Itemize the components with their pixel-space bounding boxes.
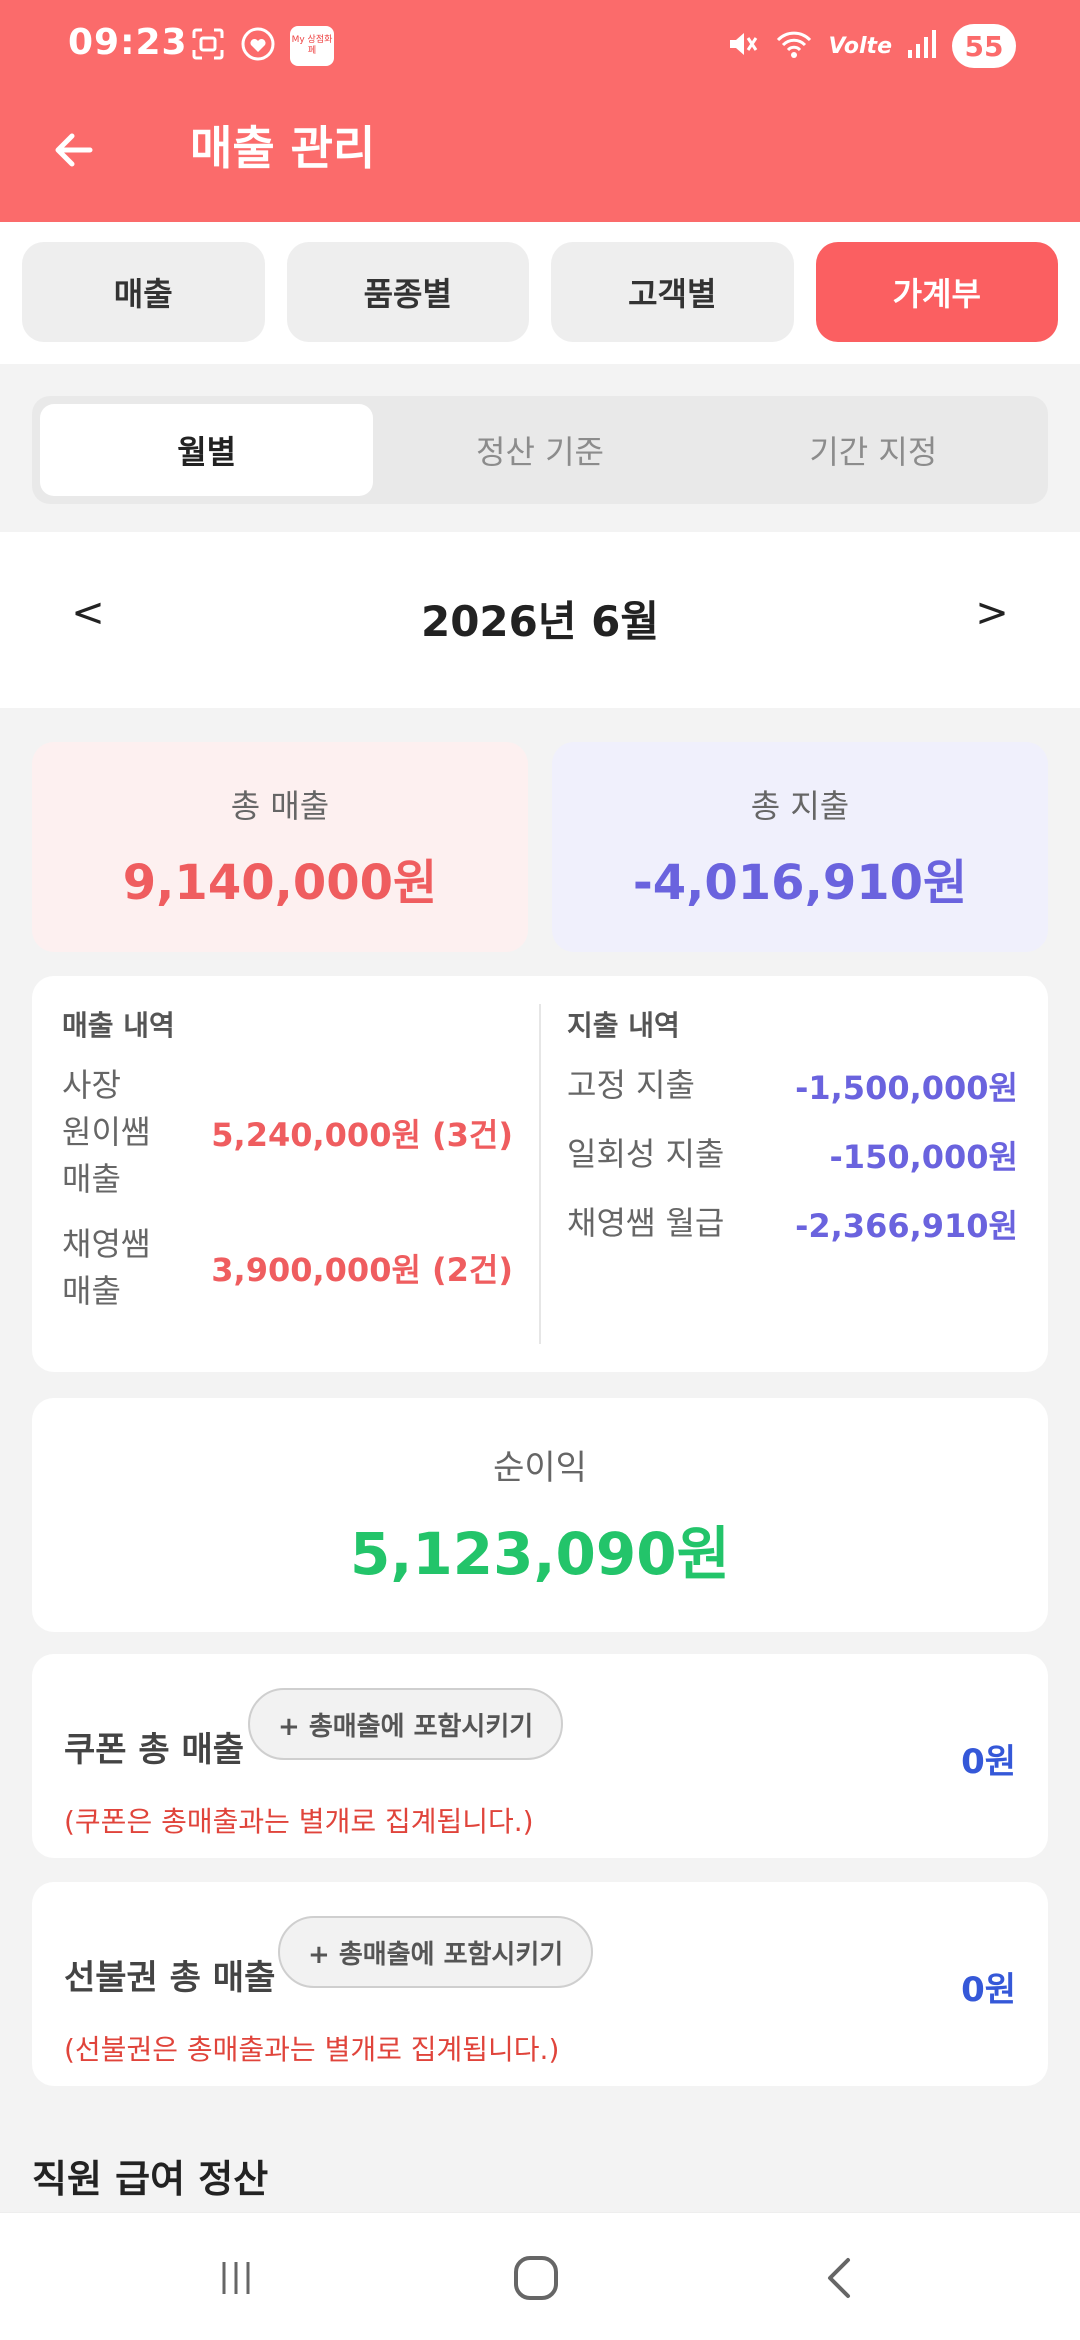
arrow-left-icon xyxy=(55,133,93,167)
total-expense-value: -4,016,910원 xyxy=(632,855,968,911)
net-profit-card: 순이익 5,123,090원 xyxy=(32,1398,1048,1632)
app-header: 매출 관리 xyxy=(0,96,1080,222)
mute-icon xyxy=(724,26,760,66)
main-tabs: 매출 품종별 고객별 가계부 xyxy=(0,222,1080,364)
coupon-sales-card: 쿠폰 총 매출 + 총매출에 포함시키기 0원 (쿠폰은 총매출과는 별개로 집… xyxy=(32,1654,1048,1858)
prepaid-sales-title: 선불권 총 매출 xyxy=(64,1958,276,1998)
tab-household-ledger[interactable]: 가계부 xyxy=(815,242,1058,342)
segment-monthly[interactable]: 월별 xyxy=(40,404,374,496)
recent-apps-button[interactable] xyxy=(206,2253,266,2303)
expense-item-value: -1,500,000원 xyxy=(795,1068,1018,1107)
battery-indicator: 55 xyxy=(952,24,1016,68)
sales-item-value: 5,240,000원 (3건) xyxy=(211,1115,513,1154)
nav-back-button[interactable] xyxy=(810,2253,870,2303)
segment-custom-period[interactable]: 기간 지정 xyxy=(707,404,1040,496)
heart-icon xyxy=(240,26,276,66)
wifi-icon xyxy=(774,26,814,66)
volte-label: Volte xyxy=(828,33,892,59)
total-expense-label: 총 지출 xyxy=(750,787,850,825)
tab-by-customer[interactable]: 고객별 xyxy=(551,242,794,342)
expense-item-name: 고정 지출 xyxy=(567,1066,695,1104)
system-nav-bar xyxy=(0,2212,1080,2340)
status-right-icons: Volte 55 xyxy=(724,24,1016,68)
sales-breakdown-row: 사장 원이쌤 매출 5,240,000원 (3건) xyxy=(62,1062,513,1203)
net-profit-value: 5,123,090원 xyxy=(350,1519,730,1588)
sales-breakdown-title: 매출 내역 xyxy=(62,1009,175,1042)
month-navigator: < 2026년 6월 > xyxy=(0,532,1080,708)
home-icon xyxy=(514,2256,558,2300)
period-segmented-control: 월별 정산 기준 기간 지정 xyxy=(32,396,1048,504)
back-icon xyxy=(828,2258,850,2298)
total-sales-card: 총 매출 9,140,000원 xyxy=(32,742,528,952)
expense-breakdown-title: 지출 내역 xyxy=(567,1009,680,1042)
expense-item-name: 채영쌤 월급 xyxy=(567,1204,725,1242)
coupon-note: (쿠폰은 총매출과는 별개로 집계됩니다.) xyxy=(64,1805,534,1838)
tab-sales[interactable]: 매출 xyxy=(22,242,265,342)
expense-breakdown-row: 일회성 지출 -150,000원 xyxy=(567,1131,1018,1178)
sales-item-value: 3,900,000원 (2건) xyxy=(211,1251,513,1289)
app-badge-icon: My 상점화폐 xyxy=(290,26,334,66)
home-button[interactable] xyxy=(506,2253,566,2303)
back-button[interactable] xyxy=(44,120,104,180)
expense-item-name: 일회성 지출 xyxy=(567,1135,725,1173)
status-left-icons: My 상점화폐 xyxy=(190,26,334,66)
coupon-sales-value: 0원 xyxy=(961,1742,1016,1782)
status-time: 09:23 xyxy=(68,22,188,63)
tab-by-variety[interactable]: 품종별 xyxy=(286,242,529,342)
current-month-label: 2026년 6월 xyxy=(420,597,660,646)
breakdown-card: 매출 내역 사장 원이쌤 매출 5,240,000원 (3건) 채영쌤 매출 3… xyxy=(32,976,1048,1372)
coupon-sales-title: 쿠폰 총 매출 xyxy=(64,1730,245,1770)
page-title: 매출 관리 xyxy=(190,121,376,175)
total-expense-card: 총 지출 -4,016,910원 xyxy=(552,742,1048,952)
status-bar: 09:23 My 상점화폐 Volte 55 xyxy=(0,0,1080,96)
signal-icon xyxy=(906,26,938,66)
expense-item-value: -150,000원 xyxy=(829,1137,1018,1176)
prepaid-sales-card: 선불권 총 매출 + 총매출에 포함시키기 0원 (선불권은 총매출과는 별개로… xyxy=(32,1882,1048,2086)
expense-breakdown-row: 고정 지출 -1,500,000원 xyxy=(567,1062,1018,1109)
coupon-include-button[interactable]: + 총매출에 포함시키기 xyxy=(248,1688,564,1760)
prepaid-sales-value: 0원 xyxy=(961,1970,1016,2010)
recent-apps-icon xyxy=(222,2262,250,2294)
expense-breakdown: 지출 내역 고정 지출 -1,500,000원 일회성 지출 -150,000원… xyxy=(541,1004,1018,1344)
staff-salary-section-title: 직원 급여 정산 xyxy=(32,2157,269,2201)
sales-item-name: 사장 원이쌤 매출 xyxy=(62,1066,151,1198)
summary-cards: 총 매출 9,140,000원 총 지출 -4,016,910원 xyxy=(32,742,1048,952)
prepaid-note: (선불권은 총매출과는 별개로 집계됩니다.) xyxy=(64,2033,560,2066)
sales-breakdown-row: 채영쌤 매출 3,900,000원 (2건) xyxy=(62,1221,513,1315)
sales-breakdown: 매출 내역 사장 원이쌤 매출 5,240,000원 (3건) 채영쌤 매출 3… xyxy=(62,1004,541,1344)
total-sales-value: 9,140,000원 xyxy=(122,855,438,911)
net-profit-label: 순이익 xyxy=(493,1447,587,1488)
app-top-bar: 09:23 My 상점화폐 Volte 55 매출 관리 xyxy=(0,0,1080,222)
expense-item-value: -2,366,910원 xyxy=(795,1206,1018,1245)
screenshot-icon xyxy=(190,26,226,66)
total-sales-label: 총 매출 xyxy=(230,787,330,825)
prepaid-include-button[interactable]: + 총매출에 포함시키기 xyxy=(278,1916,594,1988)
next-month-button[interactable]: > xyxy=(962,590,1022,636)
period-selector-area: 월별 정산 기준 기간 지정 xyxy=(0,364,1080,532)
segment-settlement-basis[interactable]: 정산 기준 xyxy=(373,404,706,496)
expense-breakdown-row: 채영쌤 월급 -2,366,910원 xyxy=(567,1200,1018,1247)
sales-item-name: 채영쌤 매출 xyxy=(62,1225,151,1310)
